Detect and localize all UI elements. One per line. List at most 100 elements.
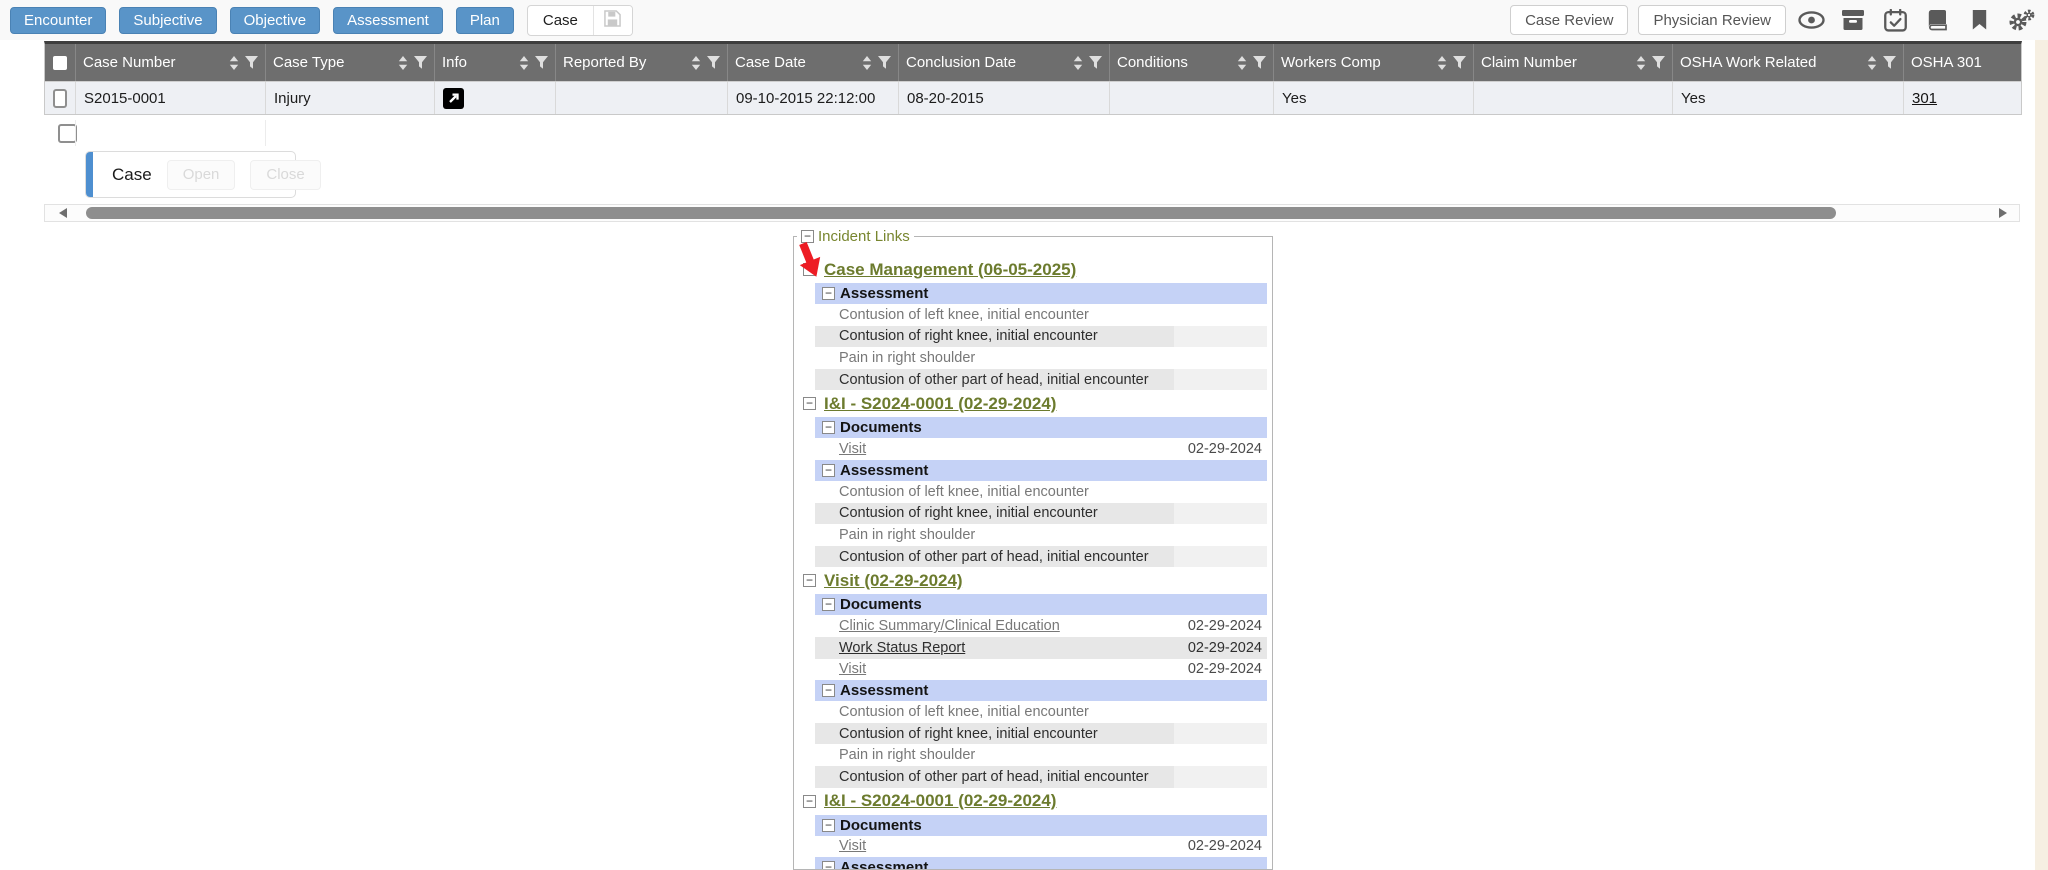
column-header-case_type[interactable]: Case Type <box>266 44 435 81</box>
tree-item: Contusion of other part of head, initial… <box>815 369 1267 391</box>
column-header-case_date[interactable]: Case Date <box>728 44 899 81</box>
book-icon-button[interactable] <box>1920 5 1954 35</box>
calendar-check-icon-button[interactable] <box>1878 5 1912 35</box>
osha-301-link[interactable]: 301 <box>1912 90 1937 107</box>
column-header-conditions[interactable]: Conditions <box>1110 44 1274 81</box>
filter-icon[interactable] <box>1253 56 1266 69</box>
case-panel-title: Case <box>112 165 152 185</box>
filter-icon[interactable] <box>414 56 427 69</box>
cell-workers_comp: Yes <box>1274 82 1474 114</box>
collapse-minus-icon[interactable] <box>803 397 816 410</box>
eye-icon <box>1798 11 1825 29</box>
sort-icon[interactable] <box>229 56 239 70</box>
close-button[interactable]: Close <box>250 160 320 190</box>
filter-icon[interactable] <box>1883 56 1896 69</box>
section-link[interactable]: I&I - S2024-0001 (02-29-2024) <box>824 394 1056 414</box>
item-date <box>1174 369 1267 391</box>
horizontal-scrollbar[interactable] <box>44 204 2020 222</box>
item-text: Pain in right shoulder <box>815 347 1174 369</box>
collapse-minus-icon[interactable] <box>822 421 835 434</box>
collapse-minus-icon[interactable] <box>822 464 835 477</box>
item-link[interactable]: Work Status Report <box>839 640 965 656</box>
settings-gears-icon <box>2008 9 2035 32</box>
column-header-reported_by[interactable]: Reported By <box>556 44 728 81</box>
section-link[interactable]: Visit (02-29-2024) <box>824 571 963 591</box>
sort-icon[interactable] <box>691 56 701 70</box>
nav-button-encounter[interactable]: Encounter <box>10 7 106 34</box>
tab-case[interactable]: Case <box>528 12 593 29</box>
filter-icon[interactable] <box>1089 56 1102 69</box>
column-label: Claim Number <box>1481 54 1577 71</box>
collapse-minus-icon[interactable] <box>803 574 816 587</box>
select-all-checkbox[interactable] <box>53 56 67 70</box>
tree-group-header-assessment: Assessment <box>815 283 1267 304</box>
nav-button-objective[interactable]: Objective <box>230 7 321 34</box>
case-panel: Case Open Close <box>85 151 296 198</box>
collapse-minus-icon[interactable] <box>801 230 814 243</box>
column-header-claim_number[interactable]: Claim Number <box>1474 44 1673 81</box>
item-text: Contusion of other part of head, initial… <box>815 766 1174 788</box>
sort-icon[interactable] <box>398 56 408 70</box>
nav-button-plan[interactable]: Plan <box>456 7 514 34</box>
collapse-minus-icon[interactable] <box>822 684 835 697</box>
tree-groups: DocumentsVisit02-29-2024AssessmentContus… <box>815 417 1267 567</box>
sort-icon[interactable] <box>1073 56 1083 70</box>
sort-icon[interactable] <box>1636 56 1646 70</box>
archive-icon-button[interactable] <box>1836 5 1870 35</box>
collapse-minus-icon[interactable] <box>822 287 835 300</box>
scroll-right-arrow-icon[interactable] <box>1999 208 2007 218</box>
physician-review-button[interactable]: Physician Review <box>1638 5 1786 35</box>
filter-icon[interactable] <box>535 56 548 69</box>
column-header-conclusion_date[interactable]: Conclusion Date <box>899 44 1110 81</box>
item-date: 02-29-2024 <box>1174 438 1267 460</box>
column-label: Workers Comp <box>1281 54 1381 71</box>
section-link[interactable]: Case Management (06-05-2025) <box>824 260 1076 280</box>
filter-icon[interactable] <box>1453 56 1466 69</box>
accent-bar <box>86 152 93 197</box>
nav-button-assessment[interactable]: Assessment <box>333 7 443 34</box>
filter-icon[interactable] <box>245 56 258 69</box>
item-date <box>1174 326 1267 348</box>
column-header-osha_301[interactable]: OSHA 301 <box>1904 44 2021 81</box>
row-checkbox[interactable] <box>53 89 67 108</box>
sort-icon[interactable] <box>1867 56 1877 70</box>
scrollbar-thumb[interactable] <box>86 207 1836 219</box>
eye-icon-button[interactable] <box>1794 5 1828 35</box>
tree-group-header-documents: Documents <box>815 417 1267 438</box>
section-link[interactable]: I&I - S2024-0001 (02-29-2024) <box>824 791 1056 811</box>
sort-icon[interactable] <box>519 56 529 70</box>
column-header-info[interactable]: Info <box>435 44 556 81</box>
sort-icon[interactable] <box>862 56 872 70</box>
case-review-button[interactable]: Case Review <box>1510 5 1628 35</box>
item-link[interactable]: Visit <box>839 441 866 457</box>
filter-icon[interactable] <box>707 56 720 69</box>
collapse-minus-icon[interactable] <box>822 819 835 832</box>
filter-icon[interactable] <box>878 56 891 69</box>
sort-icon[interactable] <box>1437 56 1447 70</box>
collapse-minus-icon[interactable] <box>803 263 816 276</box>
nav-button-subjective[interactable]: Subjective <box>119 7 216 34</box>
tree-item: Contusion of other part of head, initial… <box>815 546 1267 568</box>
column-header-osha_work_related[interactable]: OSHA Work Related <box>1673 44 1904 81</box>
column-header-select[interactable] <box>45 44 76 81</box>
item-link[interactable]: Clinic Summary/Clinical Education <box>839 618 1060 634</box>
scroll-left-arrow-icon[interactable] <box>59 208 67 218</box>
item-link[interactable]: Visit <box>839 661 866 677</box>
item-link[interactable]: Visit <box>839 838 866 854</box>
sort-icon[interactable] <box>1237 56 1247 70</box>
collapse-minus-icon[interactable] <box>822 598 835 611</box>
open-button[interactable]: Open <box>167 160 236 190</box>
collapse-minus-icon[interactable] <box>822 861 835 870</box>
settings-gears-icon-button[interactable] <box>2004 5 2038 35</box>
cell-claim_number <box>1474 82 1673 114</box>
cell-osha_work_related: Yes <box>1673 82 1904 114</box>
bookmark-icon-button[interactable] <box>1962 5 1996 35</box>
collapse-minus-icon[interactable] <box>803 795 816 808</box>
app-window: Encounter Subjective Objective Assessment Pl… <box>0 0 2048 870</box>
column-header-workers_comp[interactable]: Workers Comp <box>1274 44 1474 81</box>
filter-icon[interactable] <box>1652 56 1665 69</box>
save-button[interactable] <box>594 6 632 35</box>
column-header-case_number[interactable]: Case Number <box>76 44 266 81</box>
table-header-row: Case NumberCase TypeInfoReported ByCase … <box>45 44 2021 81</box>
tree-section-header: Visit (02-29-2024) <box>803 567 1272 594</box>
